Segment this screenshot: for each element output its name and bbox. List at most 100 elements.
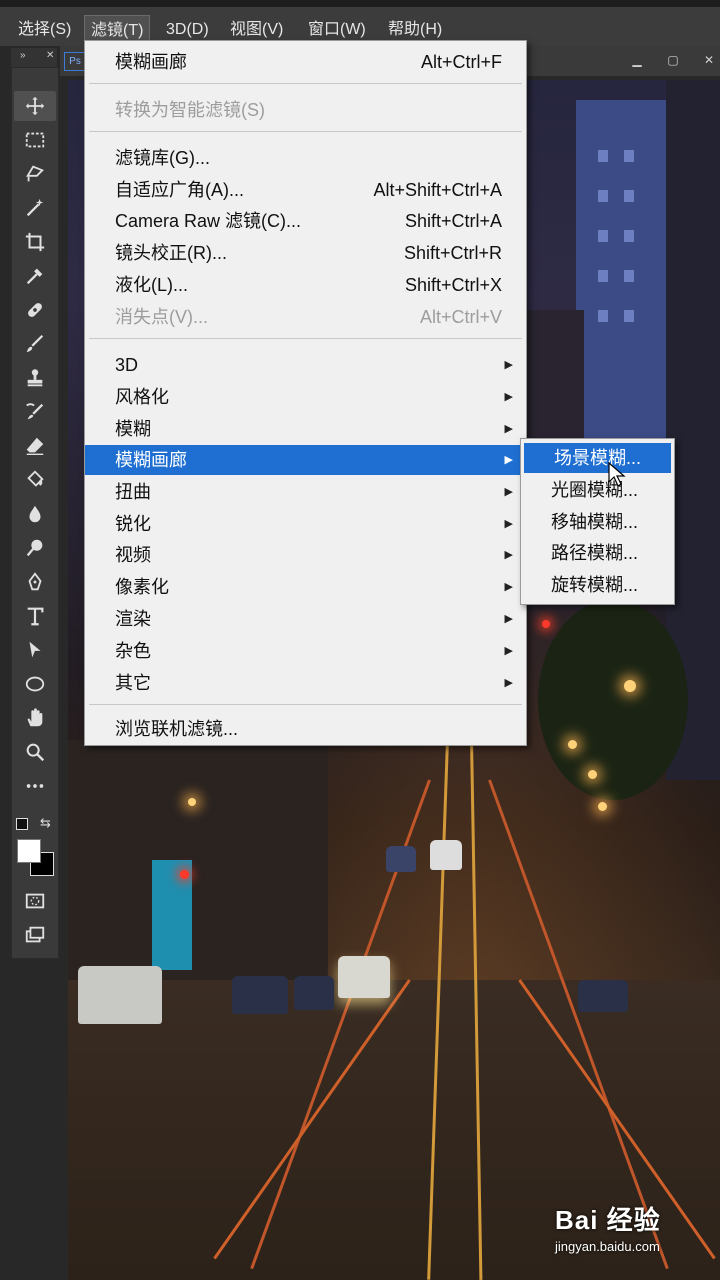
car — [430, 840, 462, 870]
eyedropper-tool-icon — [26, 268, 43, 285]
menu-item-blur[interactable]: 模糊 ▶ — [85, 414, 526, 444]
zoom-tool[interactable] — [14, 737, 56, 767]
crop-tool[interactable] — [14, 227, 56, 257]
menu-item-liquify[interactable]: 液化(L)... Shift+Ctrl+X — [85, 270, 526, 300]
filter-menu: 模糊画廊 Alt+Ctrl+F 转换为智能滤镜(S) 滤镜库(G)... 自适应… — [84, 40, 527, 746]
eraser-tool[interactable] — [14, 431, 56, 461]
default-colors-icon[interactable] — [16, 818, 28, 830]
hand-tool-icon — [27, 708, 43, 727]
menu-item-vanishing-point[interactable]: 消失点(V)... Alt+Ctrl+V — [85, 302, 526, 332]
submenu-item-label: 移轴模糊... — [551, 512, 639, 532]
document-tab[interactable]: Ps — [64, 52, 86, 71]
street-light — [588, 770, 597, 779]
menu-item-video[interactable]: 视频 ▶ — [85, 540, 526, 570]
menu-item-stylize[interactable]: 风格化 ▶ — [85, 382, 526, 412]
brush-tool[interactable] — [14, 329, 56, 359]
menu-item-sharpen[interactable]: 锐化 ▶ — [85, 509, 526, 539]
pen-tool[interactable] — [14, 567, 56, 597]
swap-colors-icon[interactable]: ⇆ — [40, 815, 51, 831]
history-brush-tool[interactable] — [14, 397, 56, 427]
menu-item-noise[interactable]: 杂色 ▶ — [85, 636, 526, 666]
blur-gallery-submenu: 场景模糊... 光圈模糊... 移轴模糊... 路径模糊... 旋转模糊... — [520, 438, 675, 605]
hand-tool[interactable] — [14, 703, 56, 733]
traffic-light — [542, 620, 550, 628]
menu-item-label: 消失点(V)... — [115, 307, 208, 327]
healing-brush-tool-icon — [28, 303, 42, 317]
watermark-logo: Bai 经验 — [555, 1205, 661, 1235]
clone-stamp-tool[interactable] — [14, 363, 56, 393]
street-light — [624, 680, 636, 692]
submenu-item-field-blur[interactable]: 场景模糊... — [524, 443, 671, 473]
menu-item-render[interactable]: 渲染 ▶ — [85, 604, 526, 634]
traffic-light — [180, 870, 189, 879]
close-icon[interactable]: ✕ — [698, 52, 720, 68]
quick-mask-icon — [25, 893, 45, 909]
car — [578, 980, 628, 1012]
move-tool-icon — [25, 96, 45, 116]
zoom-tool-icon — [26, 743, 45, 762]
menu-item-lens-correction[interactable]: 镜头校正(R)... Shift+Ctrl+R — [85, 238, 526, 268]
submenu-arrow-icon: ▶ — [504, 359, 513, 371]
submenu-item-spin-blur[interactable]: 旋转模糊... — [521, 570, 674, 600]
minimize-icon[interactable]: ▁ — [626, 52, 648, 68]
submenu-item-path-blur[interactable]: 路径模糊... — [521, 538, 674, 568]
lasso-tool[interactable] — [14, 159, 56, 189]
magic-wand-tool-icon — [26, 198, 44, 217]
menu-item-blur-gallery[interactable]: 模糊画廊 ▶ — [85, 445, 526, 475]
quick-mask-button[interactable] — [14, 886, 56, 916]
menu-item-label: 转换为智能滤镜(S) — [115, 100, 265, 120]
submenu-arrow-icon: ▶ — [504, 486, 513, 498]
type-tool[interactable] — [14, 601, 56, 631]
menu-item-distort[interactable]: 扭曲 ▶ — [85, 477, 526, 507]
paint-bucket-tool[interactable] — [14, 465, 56, 495]
submenu-arrow-icon: ▶ — [504, 677, 513, 689]
submenu-arrow-icon: ▶ — [504, 581, 513, 593]
healing-brush-tool[interactable] — [14, 295, 56, 325]
menu-item-label: 液化(L)... — [115, 275, 189, 295]
menu-divider — [89, 704, 522, 705]
ellipse-tool[interactable] — [14, 669, 56, 699]
menu-select[interactable]: 选择(S) — [12, 15, 77, 45]
restore-icon[interactable]: ▢ — [662, 52, 684, 68]
menu-item-label: 扭曲 — [115, 482, 151, 502]
eyedropper-tool[interactable] — [14, 261, 56, 291]
close-panel-icon[interactable]: ✕ — [46, 50, 54, 61]
menu-item-convert-smart-filter[interactable]: 转换为智能滤镜(S) — [85, 95, 526, 125]
menu-item-camera-raw[interactable]: Camera Raw 滤镜(C)... Shift+Ctrl+A — [85, 206, 526, 236]
menu-item-browse-online-filters[interactable]: 浏览联机滤镜... — [85, 714, 526, 744]
submenu-item-tilt-shift[interactable]: 移轴模糊... — [521, 507, 674, 537]
paint-bucket-tool-icon — [27, 470, 44, 487]
street-light — [188, 798, 196, 806]
move-tool[interactable] — [14, 91, 56, 121]
screen-mode-icon — [25, 926, 45, 943]
collapse-icon[interactable]: » — [20, 50, 26, 61]
blur-tool[interactable] — [14, 499, 56, 529]
magic-wand-tool[interactable] — [14, 193, 56, 223]
path-selection-tool[interactable] — [14, 635, 56, 665]
menu-item-3d[interactable]: 3D ▶ — [85, 350, 526, 380]
crop-tool-icon — [25, 232, 45, 252]
clone-stamp-tool-icon — [27, 369, 43, 387]
menu-item-label: 像素化 — [115, 577, 169, 597]
more-tools[interactable] — [14, 771, 56, 801]
screen-mode-button[interactable] — [14, 920, 56, 950]
submenu-item-iris-blur[interactable]: 光圈模糊... — [521, 475, 674, 505]
pen-tool-icon — [28, 572, 42, 591]
street-light — [568, 740, 577, 749]
menu-item-label: 3D — [115, 355, 139, 375]
menu-item-other[interactable]: 其它 ▶ — [85, 668, 526, 698]
marquee-tool[interactable] — [14, 125, 56, 155]
street-light — [598, 802, 607, 811]
menu-item-last-filter[interactable]: 模糊画廊 Alt+Ctrl+F — [85, 47, 526, 77]
foreground-color-swatch[interactable] — [17, 839, 41, 863]
building-window — [624, 230, 634, 242]
menu-item-adaptive-wide-angle[interactable]: 自适应广角(A)... Alt+Shift+Ctrl+A — [85, 175, 526, 205]
ellipse-tool-icon — [25, 676, 45, 692]
menu-item-pixelate[interactable]: 像素化 ▶ — [85, 572, 526, 602]
menu-divider — [89, 338, 522, 339]
menu-item-filter-gallery[interactable]: 滤镜库(G)... — [85, 143, 526, 173]
marquee-tool-icon — [25, 132, 45, 148]
menu-item-shortcut: Shift+Ctrl+R — [403, 243, 502, 263]
menu-item-shortcut: Shift+Ctrl+X — [404, 275, 502, 295]
dodge-tool[interactable] — [14, 533, 56, 563]
